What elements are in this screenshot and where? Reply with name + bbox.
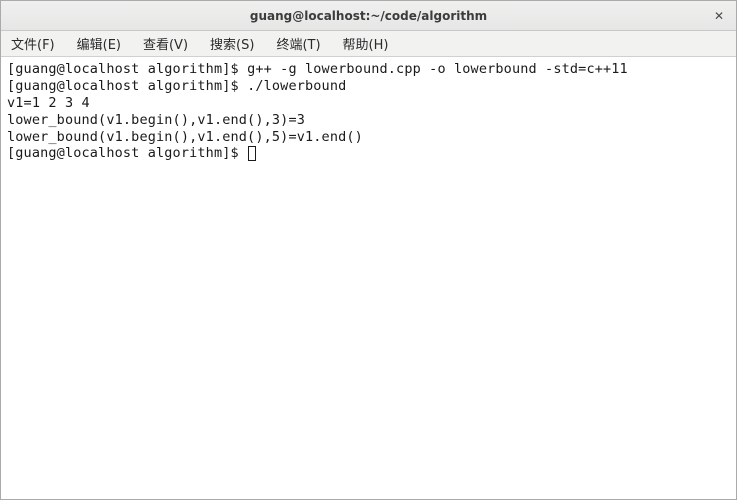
prompt: [guang@localhost algorithm]$	[7, 145, 247, 161]
command-text: ./lowerbound	[247, 78, 346, 94]
titlebar: guang@localhost:~/code/algorithm ✕	[1, 1, 736, 31]
terminal-area[interactable]: [guang@localhost algorithm]$ g++ -g lowe…	[1, 57, 736, 499]
menubar: 文件(F) 编辑(E) 查看(V) 搜索(S) 终端(T) 帮助(H)	[1, 31, 736, 57]
output-text: v1=1 2 3 4	[7, 95, 98, 111]
menu-help[interactable]: 帮助(H)	[339, 32, 393, 55]
terminal-line: [guang@localhost algorithm]$ ./lowerboun…	[7, 78, 730, 95]
menu-view[interactable]: 查看(V)	[139, 32, 192, 55]
cursor	[248, 146, 256, 161]
terminal-line: [guang@localhost algorithm]$	[7, 145, 730, 162]
menu-file[interactable]: 文件(F)	[7, 32, 59, 55]
close-button[interactable]: ✕	[708, 5, 730, 27]
output-text: lower_bound(v1.begin(),v1.end(),3)=3	[7, 112, 305, 128]
prompt: [guang@localhost algorithm]$	[7, 61, 247, 77]
terminal-line: v1=1 2 3 4	[7, 95, 730, 112]
menu-terminal[interactable]: 终端(T)	[272, 32, 324, 55]
prompt: [guang@localhost algorithm]$	[7, 78, 247, 94]
menu-edit[interactable]: 编辑(E)	[73, 32, 125, 55]
terminal-line: lower_bound(v1.begin(),v1.end(),3)=3	[7, 112, 730, 129]
output-text: lower_bound(v1.begin(),v1.end(),5)=v1.en…	[7, 129, 363, 145]
terminal-line: lower_bound(v1.begin(),v1.end(),5)=v1.en…	[7, 129, 730, 146]
menu-search[interactable]: 搜索(S)	[206, 32, 258, 55]
close-icon: ✕	[714, 9, 724, 23]
window-title: guang@localhost:~/code/algorithm	[250, 9, 487, 23]
terminal-line: [guang@localhost algorithm]$ g++ -g lowe…	[7, 61, 730, 78]
command-text: g++ -g lowerbound.cpp -o lowerbound -std…	[247, 61, 628, 77]
